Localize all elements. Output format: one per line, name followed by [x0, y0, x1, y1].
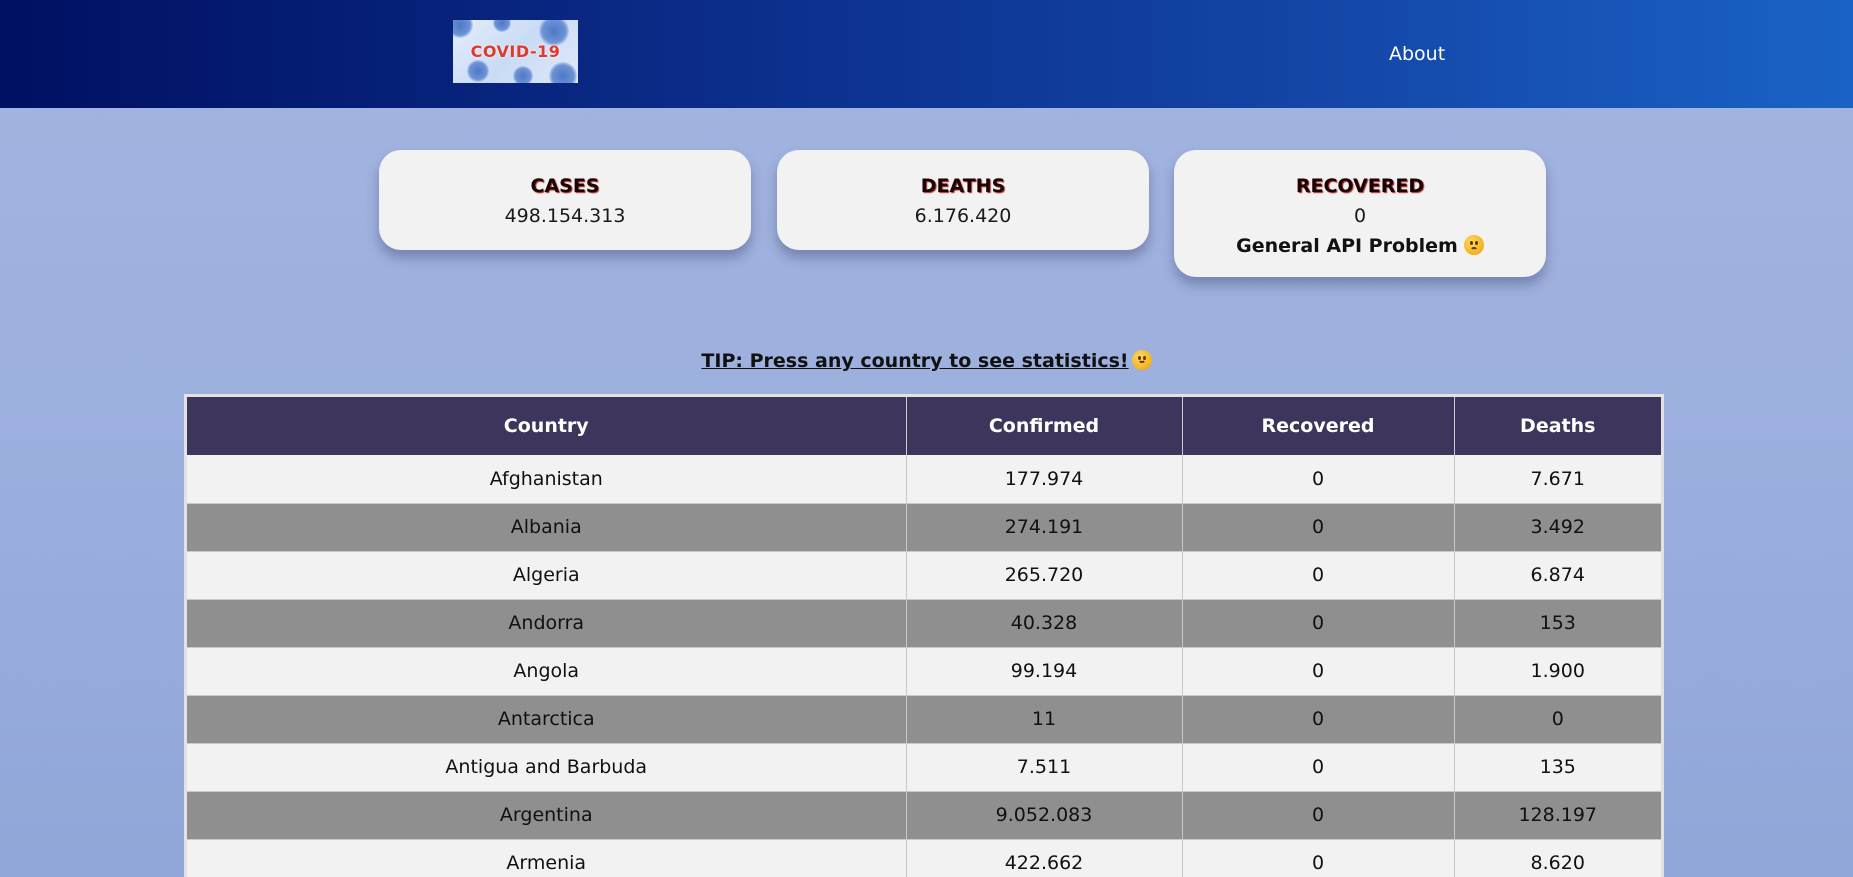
deaths-card: DEATHS 6.176.420	[777, 150, 1149, 250]
country-cell: Antarctica	[187, 695, 907, 744]
recovered-card: RECOVERED 0 General API Problem	[1174, 150, 1546, 277]
table-row[interactable]: Afghanistan 177.974 0 7.671	[187, 455, 1661, 504]
deaths-cell: 3.492	[1454, 503, 1661, 552]
deaths-cell: 128.197	[1454, 791, 1661, 840]
virus-icon	[493, 20, 511, 32]
table-header-row: Country Confirmed Recovered Deaths	[187, 397, 1661, 455]
logo-text: COVID-19	[470, 42, 561, 61]
column-header-confirmed[interactable]: Confirmed	[906, 397, 1183, 455]
confirmed-cell: 274.191	[906, 503, 1183, 552]
confirmed-cell: 7.511	[906, 743, 1183, 792]
table-row[interactable]: Argentina 9.052.083 0 128.197	[187, 791, 1661, 840]
recovered-value: 0	[1353, 205, 1367, 227]
recovered-cell: 0	[1182, 743, 1455, 792]
api-problem-note: General API Problem	[1174, 235, 1546, 257]
cases-title: CASES	[530, 175, 600, 197]
recovered-cell: 0	[1182, 503, 1455, 552]
virus-icon	[513, 66, 533, 83]
confirmed-cell: 177.974	[906, 455, 1183, 504]
confirmed-cell: 9.052.083	[906, 791, 1183, 840]
confirmed-cell: 11	[906, 695, 1183, 744]
column-header-recovered[interactable]: Recovered	[1182, 397, 1455, 455]
column-header-country[interactable]: Country	[187, 397, 907, 455]
country-cell: Algeria	[187, 551, 907, 600]
nav-about-link[interactable]: About	[1389, 43, 1445, 65]
tip-text: TIP: Press any country to see statistics…	[0, 350, 1853, 372]
recovered-cell: 0	[1182, 647, 1455, 696]
deaths-cell: 135	[1454, 743, 1661, 792]
deaths-cell: 8.620	[1454, 839, 1661, 877]
table-row[interactable]: Armenia 422.662 0 8.620	[187, 839, 1661, 877]
cases-value: 498.154.313	[504, 205, 626, 227]
virus-icon	[467, 60, 489, 82]
country-cell: Andorra	[187, 599, 907, 648]
api-problem-text: General API Problem	[1236, 235, 1458, 257]
recovered-cell: 0	[1182, 695, 1455, 744]
recovered-title: RECOVERED	[1295, 175, 1425, 197]
deaths-cell: 0	[1454, 695, 1661, 744]
table-row[interactable]: Albania 274.191 0 3.492	[187, 503, 1661, 552]
recovered-cell: 0	[1182, 599, 1455, 648]
virus-icon	[549, 62, 577, 83]
deaths-value: 6.176.420	[914, 205, 1012, 227]
table-row[interactable]: Antigua and Barbuda 7.511 0 135	[187, 743, 1661, 792]
frowning-face-icon	[1463, 235, 1484, 255]
confirmed-cell: 422.662	[906, 839, 1183, 877]
confirmed-cell: 40.328	[906, 599, 1183, 648]
smiling-face-icon	[1131, 350, 1152, 370]
cases-card: CASES 498.154.313	[379, 150, 751, 250]
deaths-cell: 6.874	[1454, 551, 1661, 600]
deaths-cell: 153	[1454, 599, 1661, 648]
deaths-title: DEATHS	[920, 175, 1006, 197]
recovered-cell: 0	[1182, 791, 1455, 840]
country-cell: Afghanistan	[187, 455, 907, 504]
country-cell: Albania	[187, 503, 907, 552]
table-row[interactable]: Angola 99.194 0 1.900	[187, 647, 1661, 696]
country-cell: Argentina	[187, 791, 907, 840]
country-cell: Angola	[187, 647, 907, 696]
table-row[interactable]: Antarctica 11 0 0	[187, 695, 1661, 744]
country-cell: Armenia	[187, 839, 907, 877]
column-header-deaths[interactable]: Deaths	[1454, 397, 1661, 455]
recovered-cell: 0	[1182, 839, 1455, 877]
country-cell: Antigua and Barbuda	[187, 743, 907, 792]
tip-label: TIP: Press any country to see statistics…	[701, 350, 1129, 372]
recovered-cell: 0	[1182, 551, 1455, 600]
confirmed-cell: 265.720	[906, 551, 1183, 600]
top-header: COVID-19 About	[0, 0, 1853, 108]
deaths-cell: 1.900	[1454, 647, 1661, 696]
covid-logo[interactable]: COVID-19	[453, 20, 578, 83]
virus-icon	[453, 20, 473, 38]
countries-table: Country Confirmed Recovered Deaths Afgha…	[187, 397, 1661, 877]
countries-table-container[interactable]: Country Confirmed Recovered Deaths Afgha…	[184, 394, 1664, 877]
table-row[interactable]: Algeria 265.720 0 6.874	[187, 551, 1661, 600]
table-row[interactable]: Andorra 40.328 0 153	[187, 599, 1661, 648]
deaths-cell: 7.671	[1454, 455, 1661, 504]
recovered-cell: 0	[1182, 455, 1455, 504]
confirmed-cell: 99.194	[906, 647, 1183, 696]
